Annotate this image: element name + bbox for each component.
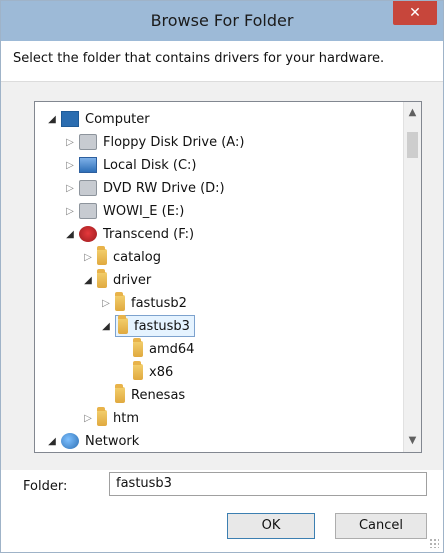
tree-item-label: Floppy Disk Drive (A:): [103, 134, 245, 150]
tree-item-label: Computer: [85, 111, 150, 127]
removable-drive-icon: [79, 203, 97, 219]
tree-item-label: Network: [85, 433, 140, 449]
tree-item-local-disk[interactable]: ▷ Local Disk (C:): [65, 154, 196, 176]
selection-highlight[interactable]: fastusb3: [115, 315, 195, 337]
resize-grip-icon[interactable]: [429, 538, 439, 548]
dvd-drive-icon: [79, 180, 97, 196]
tree-item-label: WOWI_E (E:): [103, 203, 185, 219]
expander-open-icon[interactable]: ◢: [101, 321, 111, 332]
folder-icon: [97, 246, 107, 265]
title-bar[interactable]: Browse For Folder ✕: [1, 1, 443, 41]
tree-item-fastusb3[interactable]: ◢ fastusb3: [101, 315, 195, 337]
expander-open-icon[interactable]: ◢: [83, 275, 93, 286]
expander-open-icon[interactable]: ◢: [65, 229, 75, 240]
window-title: Browse For Folder: [150, 11, 294, 30]
tree-item-label: Renesas: [131, 387, 186, 403]
network-icon: [61, 433, 79, 449]
scroll-down-icon[interactable]: ▼: [404, 432, 421, 450]
expander-closed-icon[interactable]: ▷: [65, 206, 75, 217]
tree-item-dvd[interactable]: ▷ DVD RW Drive (D:): [65, 177, 225, 199]
folder-input[interactable]: fastusb3: [109, 472, 427, 496]
folder-icon: [115, 292, 125, 311]
tree-item-label: fastusb2: [131, 295, 187, 311]
tree-item-catalog[interactable]: ▷ catalog: [83, 246, 161, 268]
tree-item-label: catalog: [113, 249, 161, 265]
expander-open-icon[interactable]: ◢: [47, 114, 57, 125]
transcend-drive-icon: [79, 226, 97, 242]
tree-item-transcend[interactable]: ◢ Transcend (F:): [65, 223, 194, 245]
expander-closed-icon[interactable]: ▷: [83, 252, 93, 263]
expander-closed-icon[interactable]: ▷: [65, 183, 75, 194]
ok-button[interactable]: OK: [227, 513, 315, 539]
local-disk-icon: [79, 157, 97, 173]
tree-item-fastusb2[interactable]: ▷ fastusb2: [101, 292, 187, 314]
tree-item-network[interactable]: ◢ Network: [47, 430, 139, 452]
tree-item-label: amd64: [149, 341, 195, 357]
folder-icon: [97, 407, 107, 426]
expander-closed-icon[interactable]: ▷: [65, 160, 75, 171]
tree-item-label: fastusb3: [134, 318, 190, 334]
instruction-text: Select the folder that contains drivers …: [13, 51, 385, 66]
expander-closed-icon[interactable]: ▷: [101, 298, 111, 309]
folder-icon: [97, 269, 107, 288]
tree-item-wowi[interactable]: ▷ WOWI_E (E:): [65, 200, 184, 222]
expander-closed-icon[interactable]: ▷: [83, 413, 93, 424]
tree-item-computer[interactable]: ◢ Computer: [47, 108, 150, 130]
tree-item-label: htm: [113, 410, 139, 426]
expander-open-icon[interactable]: ◢: [47, 436, 57, 447]
folder-icon: [118, 315, 128, 334]
folder-icon: [133, 361, 143, 380]
tree-item-floppy[interactable]: ▷ Floppy Disk Drive (A:): [65, 131, 244, 153]
tree-item-label: x86: [149, 364, 174, 380]
folder-icon: [133, 338, 143, 357]
scroll-thumb[interactable]: [407, 132, 418, 158]
expander-closed-icon[interactable]: ▷: [65, 137, 75, 148]
folder-tree[interactable]: ◢ Computer ▷ Floppy Disk Drive (A:) ▷ Lo…: [34, 101, 422, 453]
folder-icon: [115, 384, 125, 403]
tree-item-x86[interactable]: x86: [133, 361, 173, 383]
browse-for-folder-dialog: Browse For Folder ✕ Select the folder th…: [0, 0, 444, 553]
tree-item-label: driver: [113, 272, 152, 288]
tree-item-label: DVD RW Drive (D:): [103, 180, 225, 196]
cancel-button[interactable]: Cancel: [335, 513, 427, 539]
computer-icon: [61, 111, 79, 127]
scroll-up-icon[interactable]: ▲: [404, 104, 421, 122]
vertical-scrollbar[interactable]: ▲ ▼: [403, 102, 421, 452]
close-button[interactable]: ✕: [393, 1, 437, 25]
tree-item-renesas[interactable]: Renesas: [115, 384, 185, 406]
tree-item-driver[interactable]: ◢ driver: [83, 269, 151, 291]
tree-item-amd64[interactable]: amd64: [133, 338, 194, 360]
floppy-drive-icon: [79, 134, 97, 150]
tree-item-label: Transcend (F:): [103, 226, 195, 242]
folder-field-label: Folder:: [23, 479, 68, 494]
tree-item-htm[interactable]: ▷ htm: [83, 407, 139, 429]
close-icon: ✕: [409, 5, 421, 21]
tree-item-label: Local Disk (C:): [103, 157, 197, 173]
